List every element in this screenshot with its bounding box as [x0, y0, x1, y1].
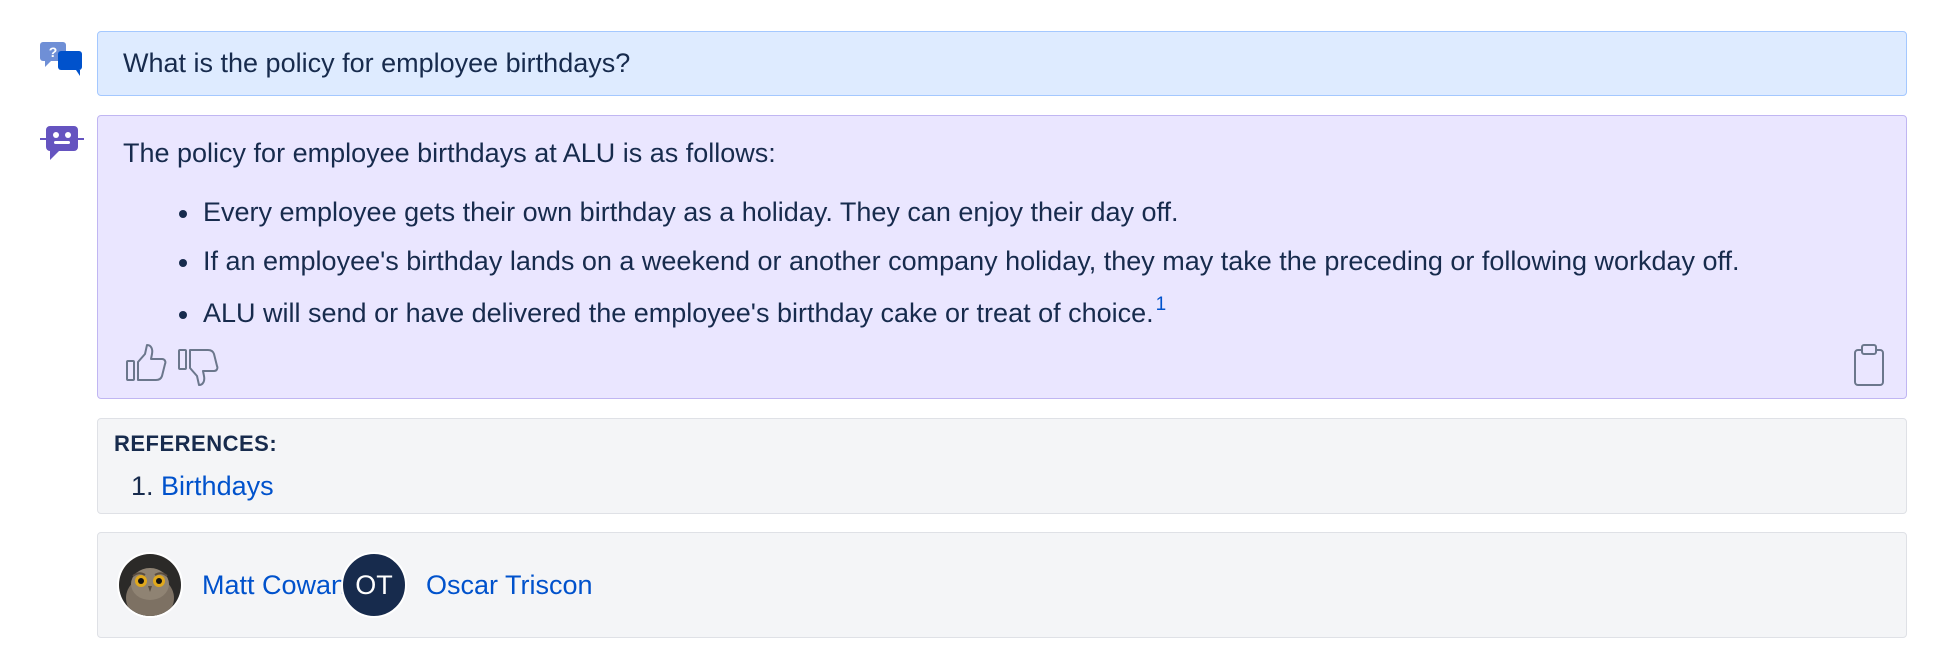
person-name: Matt Cowan [202, 569, 347, 600]
answer-bullet: ALU will send or have delivered the empl… [98, 294, 1740, 331]
user-question-bubble: What is the policy for employee birthday… [97, 31, 1907, 96]
thumbs-up-icon[interactable] [124, 342, 170, 388]
reference-item: 1. Birthdays [131, 468, 274, 504]
avatar [117, 552, 183, 618]
clipboard-icon[interactable] [1846, 342, 1892, 388]
thumbs-down-icon[interactable] [176, 342, 222, 388]
citation-link[interactable]: 1 [1156, 294, 1167, 315]
answer-bullet: Every employee gets their own birthday a… [98, 194, 1740, 230]
person-oscar-triscon[interactable]: OT Oscar Triscon [341, 552, 593, 618]
robot-icon [36, 122, 88, 174]
assistant-answer-bubble: The policy for employee birthdays at ALU… [97, 115, 1907, 399]
chat-question-icon: ? [36, 38, 88, 90]
reference-number: 1. [131, 471, 154, 501]
avatar: OT [341, 552, 407, 618]
answer-bullet-list: Every employee gets their own birthday a… [98, 194, 1740, 331]
reference-link-birthdays[interactable]: Birthdays [161, 471, 274, 501]
answer-intro: The policy for employee birthdays at ALU… [123, 138, 776, 168]
answer-bullet: If an employee's birthday lands on a wee… [98, 243, 1740, 279]
person-name: Oscar Triscon [426, 569, 593, 600]
references-title: REFERENCES: [114, 431, 278, 456]
question-text: What is the policy for employee birthday… [123, 48, 631, 78]
person-matt-cowan[interactable]: Matt Cowan [117, 552, 346, 618]
people-panel: Matt Cowan OT Oscar Triscon [97, 532, 1907, 638]
svg-text:?: ? [49, 44, 58, 60]
references-panel: REFERENCES: 1. Birthdays [97, 418, 1907, 514]
